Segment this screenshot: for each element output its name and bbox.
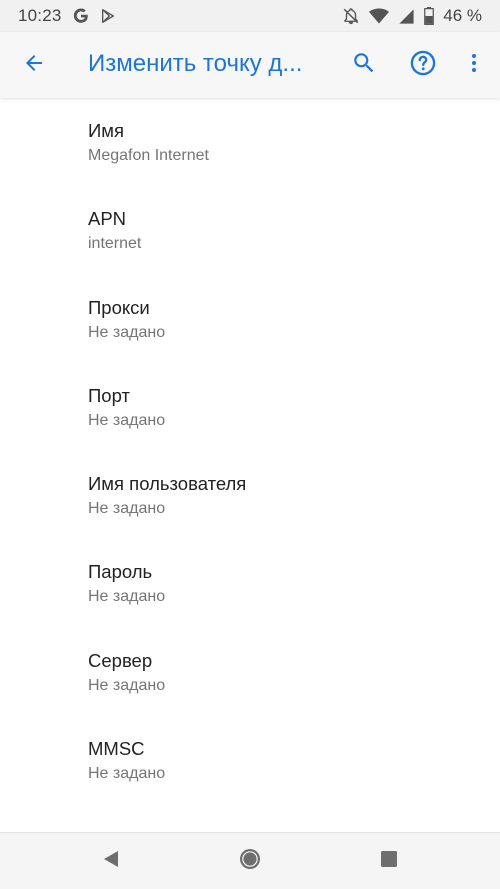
setting-title: Прокси — [88, 296, 150, 318]
back-button[interactable] — [14, 45, 54, 85]
search-icon — [351, 50, 377, 81]
app-bar: Изменить точку д... — [0, 32, 500, 98]
apn-settings-list: Имя Megafon Internet APN internet Прокси… — [0, 98, 500, 832]
setting-title: Порт — [88, 384, 130, 406]
setting-summary: Не задано — [88, 765, 166, 783]
setting-apn[interactable]: APN internet — [0, 186, 500, 274]
setting-title: MMSC — [88, 738, 145, 760]
setting-mmsc[interactable]: MMSC Не задано — [0, 716, 500, 804]
system-nav-bar — [0, 832, 500, 889]
wifi-icon — [369, 8, 390, 24]
back-triangle-icon — [101, 849, 121, 874]
setting-proxy[interactable]: Прокси Не задано — [0, 275, 500, 363]
setting-summary: Не задано — [88, 323, 166, 341]
play-store-icon — [100, 8, 116, 24]
battery-icon — [424, 7, 435, 25]
setting-title: Пароль — [88, 561, 153, 583]
recents-square-icon — [379, 849, 399, 874]
setting-port[interactable]: Порт Не задано — [0, 363, 500, 451]
setting-name[interactable]: Имя Megafon Internet — [0, 98, 500, 186]
setting-summary: Не задано — [88, 676, 166, 694]
setting-summary: internet — [88, 235, 142, 253]
signal-icon — [398, 8, 415, 25]
status-time: 10:23 — [18, 6, 62, 25]
setting-password[interactable]: Пароль Не задано — [0, 539, 500, 627]
setting-summary: Не задано — [88, 411, 166, 429]
help-button[interactable] — [403, 45, 443, 85]
more-vert-icon — [462, 51, 486, 80]
nav-home-button[interactable] — [235, 846, 265, 876]
nav-back-button[interactable] — [96, 846, 126, 876]
setting-summary: Megafon Internet — [88, 147, 209, 164]
help-icon — [409, 49, 437, 82]
setting-username[interactable]: Имя пользователя Не задано — [0, 451, 500, 539]
setting-summary: Не задано — [88, 588, 166, 606]
search-button[interactable] — [344, 45, 384, 85]
setting-title: Имя — [88, 120, 125, 141]
status-bar: 10:23 46 % — [0, 0, 500, 32]
page-title: Изменить точку д... — [88, 50, 303, 77]
setting-summary: Не задано — [88, 500, 166, 518]
nav-recents-button[interactable] — [374, 846, 404, 876]
setting-title: APN — [88, 208, 127, 230]
home-circle-icon — [238, 847, 262, 876]
battery-percent: 46 % — [443, 6, 482, 25]
google-g-icon — [72, 7, 90, 25]
setting-server[interactable]: Сервер Не задано — [0, 628, 500, 716]
notifications-off-icon — [342, 7, 360, 25]
back-arrow-icon — [22, 51, 46, 80]
more-options-button[interactable] — [454, 45, 494, 85]
setting-title: Имя пользователя — [88, 473, 247, 495]
setting-title: Сервер — [88, 649, 153, 671]
